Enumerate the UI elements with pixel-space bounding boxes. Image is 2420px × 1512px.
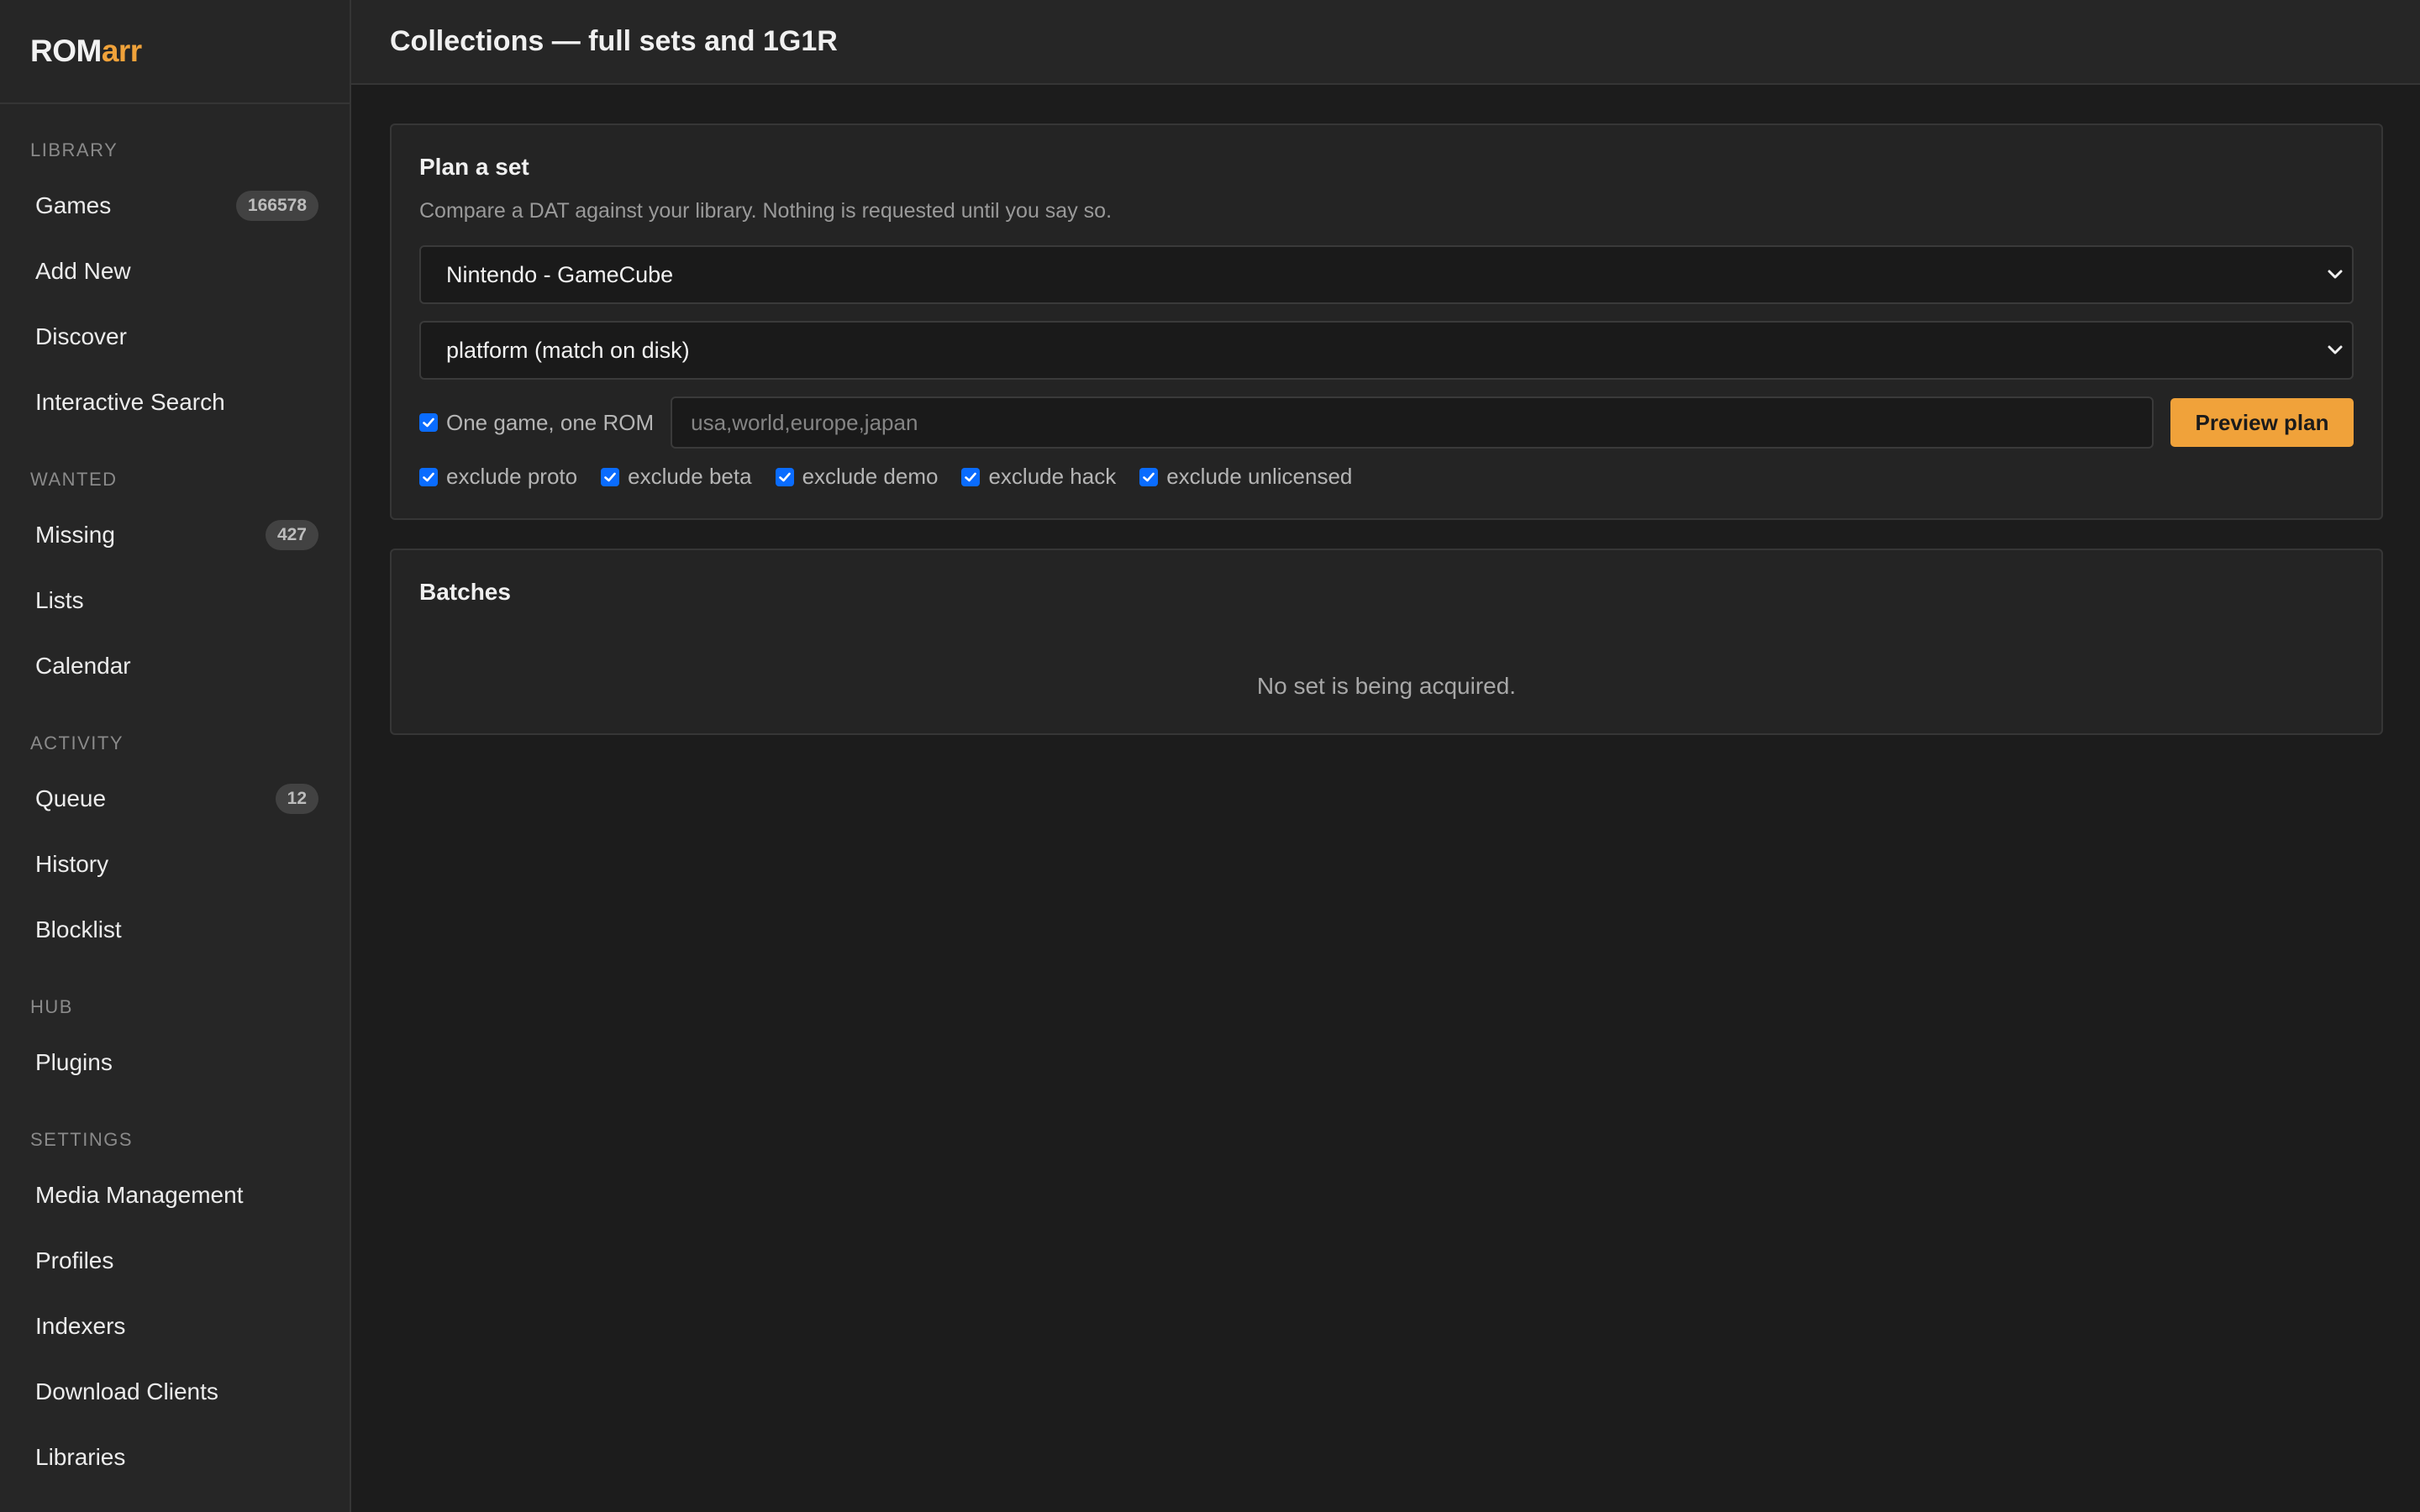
sidebar-item-label: Profiles	[35, 1247, 114, 1273]
sidebar-item-label: Blocklist	[35, 916, 122, 942]
sidebar-item-label: Games	[35, 192, 112, 218]
count-badge: 427	[265, 520, 318, 550]
batches-empty-message: No set is being acquired.	[1256, 673, 1517, 699]
sidebar-item-profiles[interactable]: Profiles	[0, 1228, 350, 1294]
chevron-down-icon	[2328, 345, 2343, 354]
sidebar-item-label: Missing	[35, 522, 115, 548]
plan-panel-title: Plan a set	[419, 154, 529, 180]
sidebar-item-label: Media Management	[35, 1182, 244, 1208]
sidebar-item-label: Calendar	[35, 653, 131, 679]
checkmark-icon	[423, 472, 434, 481]
sidebar-section-settings: SETTINGS	[30, 1129, 134, 1150]
exclusions-row: exclude proto exclude beta exclude demo	[419, 464, 2354, 490]
exclude-demo-label: exclude demo	[802, 464, 939, 489]
sidebar-item-label: Libraries	[35, 1444, 126, 1470]
sidebar-item-history[interactable]: History	[0, 832, 350, 897]
logo-text-main: ROM	[30, 34, 102, 68]
exclude-hack-checkbox[interactable]	[961, 467, 981, 486]
sidebar: ROM arr LIBRARY Games 166578 Add New Disc…	[0, 0, 351, 1512]
one-game-one-rom-label: One game, one ROM	[446, 409, 655, 435]
sidebar-item-add-new[interactable]: Add New	[0, 239, 350, 304]
sidebar-item-queue[interactable]: Queue 12	[0, 766, 350, 832]
sidebar-item-label: Indexers	[35, 1313, 126, 1339]
page-header: Collections — full sets and 1G1R	[351, 0, 2420, 85]
dat-select[interactable]: Nintendo - GameCube	[419, 245, 2354, 304]
plan-panel-description: Compare a DAT against your library. Noth…	[419, 199, 1113, 223]
mode-select-value: platform (match on disk)	[446, 337, 690, 363]
checkmark-icon	[423, 417, 434, 428]
chevron-down-icon	[2328, 270, 2343, 279]
regions-field[interactable]	[671, 396, 2154, 449]
exclude-beta-label: exclude beta	[628, 464, 752, 489]
exclude-unlicensed-label: exclude unlicensed	[1166, 464, 1353, 489]
sidebar-item-libraries[interactable]: Libraries	[0, 1425, 350, 1490]
page-content: Plan a set Compare a DAT against your li…	[351, 85, 2420, 764]
regions-input[interactable]	[691, 409, 2152, 436]
sidebar-item-label: Lists	[35, 587, 84, 613]
app-root: ROM arr LIBRARY Games 166578 Add New Disc…	[0, 0, 2420, 1512]
sidebar-section-hub: HUB	[30, 996, 73, 1017]
sidebar-item-label: Discover	[35, 323, 127, 349]
exclude-unlicensed-option[interactable]: exclude unlicensed	[1139, 464, 1352, 490]
dat-select-value: Nintendo - GameCube	[446, 261, 674, 287]
sidebar-item-download-clients[interactable]: Download Clients	[0, 1359, 350, 1425]
page-title: Collections — full sets and 1G1R	[390, 25, 838, 57]
plan-options-row: One game, one ROM Preview plan	[419, 396, 2354, 449]
count-badge: 12	[275, 784, 318, 814]
exclude-unlicensed-checkbox[interactable]	[1139, 467, 1159, 486]
exclude-beta-option[interactable]: exclude beta	[601, 464, 752, 490]
sidebar-item-label: History	[35, 851, 109, 877]
sidebar-item-games[interactable]: Games 166578	[0, 173, 350, 239]
checkmark-icon	[965, 472, 977, 481]
one-game-one-rom-checkbox[interactable]	[419, 413, 438, 432]
count-badge: 166578	[235, 191, 318, 221]
sidebar-item-label: Add New	[35, 258, 131, 284]
batches-panel: Batches No set is being acquired.	[390, 549, 2383, 735]
exclude-proto-option[interactable]: exclude proto	[419, 464, 577, 490]
sidebar-item-interactive-search[interactable]: Interactive Search	[0, 370, 350, 435]
batches-panel-title: Batches	[419, 579, 511, 605]
sidebar-section-wanted: WANTED	[30, 469, 118, 490]
sidebar-item-blocklist[interactable]: Blocklist	[0, 897, 350, 963]
exclude-demo-option[interactable]: exclude demo	[775, 464, 939, 490]
sidebar-nav: LIBRARY Games 166578 Add New Discover In…	[0, 104, 350, 1490]
exclude-hack-option[interactable]: exclude hack	[961, 464, 1116, 490]
sidebar-item-label: Queue	[35, 785, 107, 811]
sidebar-item-indexers[interactable]: Indexers	[0, 1294, 350, 1359]
checkmark-icon	[1143, 472, 1155, 481]
sidebar-item-label: Interactive Search	[35, 389, 225, 415]
sidebar-item-label: Plugins	[35, 1049, 113, 1075]
exclude-hack-label: exclude hack	[988, 464, 1117, 489]
mode-select[interactable]: platform (match on disk)	[419, 321, 2354, 380]
checkmark-icon	[604, 472, 616, 481]
exclude-beta-checkbox[interactable]	[601, 467, 620, 486]
checkmark-icon	[778, 472, 791, 481]
sidebar-section-library: LIBRARY	[30, 139, 118, 160]
plan-panel: Plan a set Compare a DAT against your li…	[390, 123, 2383, 520]
app-logo[interactable]: ROM arr	[0, 0, 350, 104]
main-area: Collections — full sets and 1G1R Plan a …	[351, 0, 2420, 1512]
sidebar-section-activity: ACTIVITY	[30, 732, 124, 753]
sidebar-item-discover[interactable]: Discover	[0, 304, 350, 370]
preview-plan-button[interactable]: Preview plan	[2170, 398, 2354, 447]
logo-text-accent: arr	[101, 34, 142, 68]
sidebar-item-label: Download Clients	[35, 1378, 218, 1404]
exclude-demo-checkbox[interactable]	[775, 467, 794, 486]
sidebar-item-lists[interactable]: Lists	[0, 568, 350, 633]
sidebar-item-media-management[interactable]: Media Management	[0, 1163, 350, 1228]
sidebar-item-calendar[interactable]: Calendar	[0, 633, 350, 699]
sidebar-item-plugins[interactable]: Plugins	[0, 1030, 350, 1095]
sidebar-item-missing[interactable]: Missing 427	[0, 502, 350, 568]
exclude-proto-label: exclude proto	[446, 464, 578, 489]
exclude-proto-checkbox[interactable]	[419, 467, 438, 486]
